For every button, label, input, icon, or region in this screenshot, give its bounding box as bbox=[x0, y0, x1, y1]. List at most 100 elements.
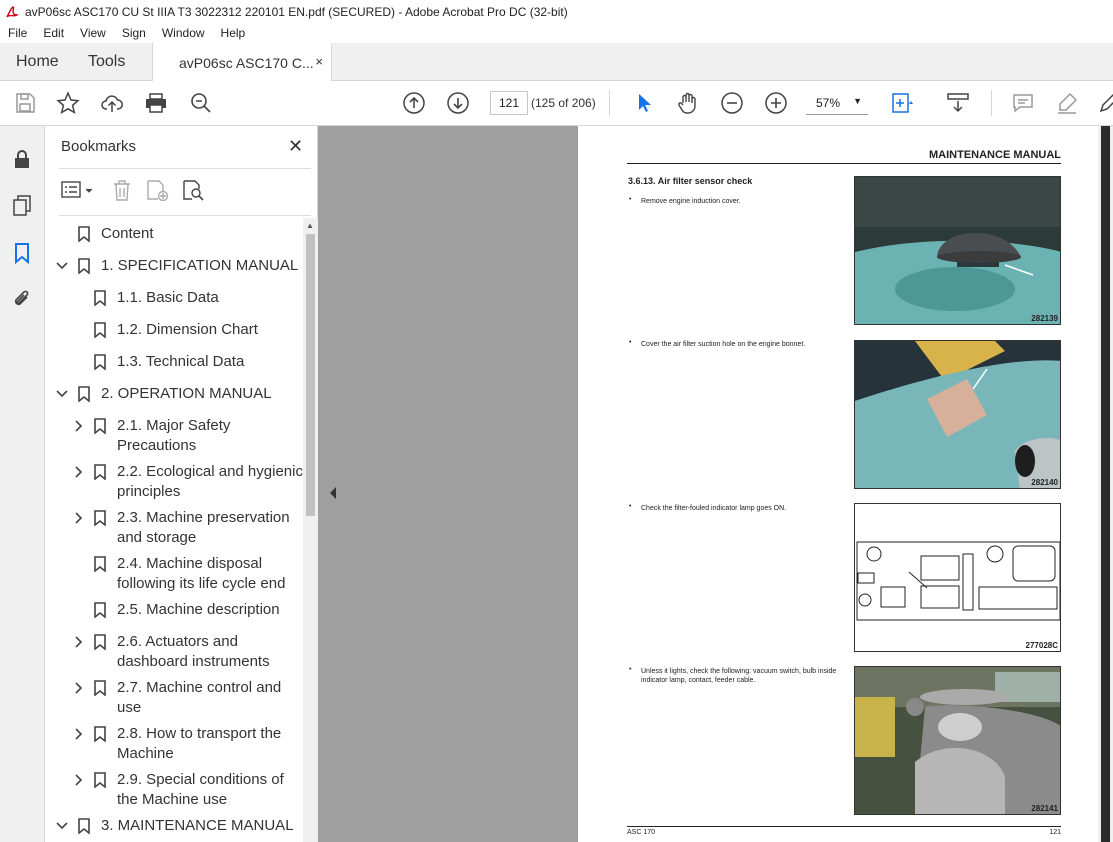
zoom-in-icon[interactable] bbox=[764, 91, 788, 115]
divider bbox=[59, 168, 311, 169]
section-title: 3.6.13. Air filter sensor check bbox=[628, 176, 753, 186]
bookmark-label: 2.5. Machine description bbox=[117, 601, 280, 618]
bookmark-tools bbox=[59, 176, 311, 204]
print-icon[interactable] bbox=[144, 91, 168, 115]
next-page-icon[interactable] bbox=[446, 91, 470, 115]
zoom-out-icon[interactable] bbox=[720, 91, 744, 115]
step-text: Remove engine induction cover. bbox=[641, 198, 741, 205]
comment-icon[interactable] bbox=[1011, 91, 1035, 115]
menu-sign[interactable]: Sign bbox=[122, 26, 146, 40]
chevron-right-icon[interactable] bbox=[73, 466, 85, 478]
chevron-right-icon[interactable] bbox=[73, 682, 85, 694]
bookmark-label: 2.2. Ecological and hygienic bbox=[117, 463, 303, 480]
bookmark-label: 3. MAINTENANCE MANUAL bbox=[101, 817, 294, 834]
bookmarks-scrollbar[interactable]: ▲ bbox=[303, 218, 318, 842]
chevron-right-icon[interactable] bbox=[73, 636, 85, 648]
collapse-panel-icon[interactable] bbox=[328, 486, 338, 500]
scrollbar-thumb[interactable] bbox=[306, 234, 315, 516]
toolbar-divider bbox=[609, 90, 610, 116]
bookmark-label: 1. SPECIFICATION MANUAL bbox=[101, 257, 299, 274]
page-header: MAINTENANCE MANUAL bbox=[627, 149, 1061, 164]
bookmark-icon bbox=[94, 464, 106, 480]
chevron-down-icon[interactable] bbox=[56, 260, 68, 272]
tab-document-label: avP06sc ASC170 C... bbox=[179, 54, 314, 71]
bookmark-label: 1.1. Basic Data bbox=[117, 289, 219, 306]
panel-title: Bookmarks bbox=[61, 138, 137, 155]
previous-page-icon[interactable] bbox=[402, 91, 426, 115]
step-text: Cover the air filter suction hole on the… bbox=[641, 341, 806, 348]
zoom-search-icon[interactable] bbox=[189, 91, 213, 115]
bookmark-label-continued: Precautions bbox=[117, 437, 197, 454]
divider bbox=[59, 215, 311, 216]
menu-file[interactable]: File bbox=[8, 26, 27, 40]
bookmark-label: 2.3. Machine preservation bbox=[117, 509, 290, 526]
scroll-mode-icon[interactable] bbox=[946, 91, 970, 115]
bookmark-label: Content bbox=[101, 225, 154, 242]
menu-edit[interactable]: Edit bbox=[43, 26, 64, 40]
chevron-right-icon[interactable] bbox=[73, 774, 85, 786]
scroll-up-icon[interactable]: ▲ bbox=[306, 221, 314, 230]
tab-close-icon[interactable]: × bbox=[315, 54, 323, 69]
scrollbar-thumb[interactable] bbox=[1101, 126, 1110, 842]
chevron-right-icon[interactable] bbox=[73, 420, 85, 432]
bookmark-label-continued: principles bbox=[117, 483, 181, 500]
step-text: Check the filter-fouled indicator lamp g… bbox=[641, 505, 787, 512]
page-thumbnails-icon[interactable] bbox=[11, 194, 33, 216]
zoom-value: 57% bbox=[816, 95, 841, 110]
figure-caption: 277028C bbox=[1025, 641, 1058, 650]
bookmark-icon bbox=[94, 354, 106, 370]
fit-page-icon[interactable] bbox=[890, 91, 914, 115]
footer-model: ASC 170 bbox=[627, 829, 656, 836]
select-cursor-icon[interactable] bbox=[632, 91, 656, 115]
bullet: • bbox=[629, 666, 632, 673]
menu-help[interactable]: Help bbox=[221, 26, 246, 40]
tab-tools[interactable]: Tools bbox=[88, 43, 125, 81]
bookmark-icon bbox=[94, 322, 106, 338]
title-bar: avP06sc ASC170 CU St IIIA T3 3022312 220… bbox=[0, 0, 1113, 23]
bookmarks-panel-icon[interactable] bbox=[11, 242, 33, 264]
save-icon[interactable] bbox=[13, 91, 37, 115]
lock-icon[interactable] bbox=[11, 148, 33, 170]
new-bookmark-icon[interactable] bbox=[146, 179, 170, 201]
tab-home[interactable]: Home bbox=[16, 43, 59, 81]
page-count: (125 of 206) bbox=[531, 96, 596, 110]
step-text: Unless it lights, check the following: v… bbox=[641, 668, 837, 684]
bullet: • bbox=[629, 196, 632, 203]
toolbar-divider bbox=[991, 90, 992, 116]
footer-page-number: 121 bbox=[1049, 829, 1061, 836]
star-icon[interactable] bbox=[56, 91, 80, 115]
bonnet-image bbox=[855, 341, 1060, 488]
figure-caption: 282141 bbox=[1031, 804, 1058, 813]
menu-window[interactable]: Window bbox=[162, 26, 205, 40]
bookmark-label: 1.2. Dimension Chart bbox=[117, 321, 258, 338]
bookmark-icon bbox=[94, 726, 106, 742]
find-bookmark-icon[interactable] bbox=[182, 179, 206, 201]
document-scrollbar[interactable] bbox=[1098, 126, 1113, 842]
dashboard-diagram: 277028C bbox=[854, 503, 1061, 652]
chevron-down-icon[interactable] bbox=[56, 820, 68, 832]
tab-document[interactable]: avP06sc ASC170 C... × bbox=[152, 43, 332, 82]
menu-view[interactable]: View bbox=[80, 26, 106, 40]
chevron-right-icon[interactable] bbox=[73, 512, 85, 524]
page-footer: ASC 170 121 bbox=[627, 826, 1061, 836]
bookmark-label-continued: following its life cycle end bbox=[117, 575, 286, 592]
highlight-pen-icon[interactable] bbox=[1055, 91, 1079, 115]
bookmark-label: 2. OPERATION MANUAL bbox=[101, 385, 272, 402]
options-menu-icon[interactable] bbox=[61, 180, 97, 200]
chevron-down-icon: ▼ bbox=[853, 96, 862, 106]
figure-caption: 282139 bbox=[1031, 314, 1058, 323]
upload-cloud-icon[interactable] bbox=[100, 91, 124, 115]
delete-icon[interactable] bbox=[112, 179, 132, 201]
chevron-right-icon[interactable] bbox=[73, 728, 85, 740]
bookmark-icon bbox=[78, 258, 90, 274]
bookmark-icon bbox=[78, 818, 90, 834]
draw-icon[interactable] bbox=[1097, 91, 1113, 115]
bookmark-icon bbox=[94, 556, 106, 572]
attachment-icon[interactable] bbox=[11, 288, 33, 310]
page-number-input[interactable]: 121 bbox=[490, 91, 528, 115]
hand-tool-icon[interactable] bbox=[676, 91, 700, 115]
zoom-dropdown[interactable]: 57% ▼ bbox=[806, 91, 868, 115]
close-panel-icon[interactable]: ✕ bbox=[288, 136, 303, 157]
chevron-down-icon[interactable] bbox=[56, 388, 68, 400]
bookmark-label-continued: Machine bbox=[117, 745, 174, 762]
